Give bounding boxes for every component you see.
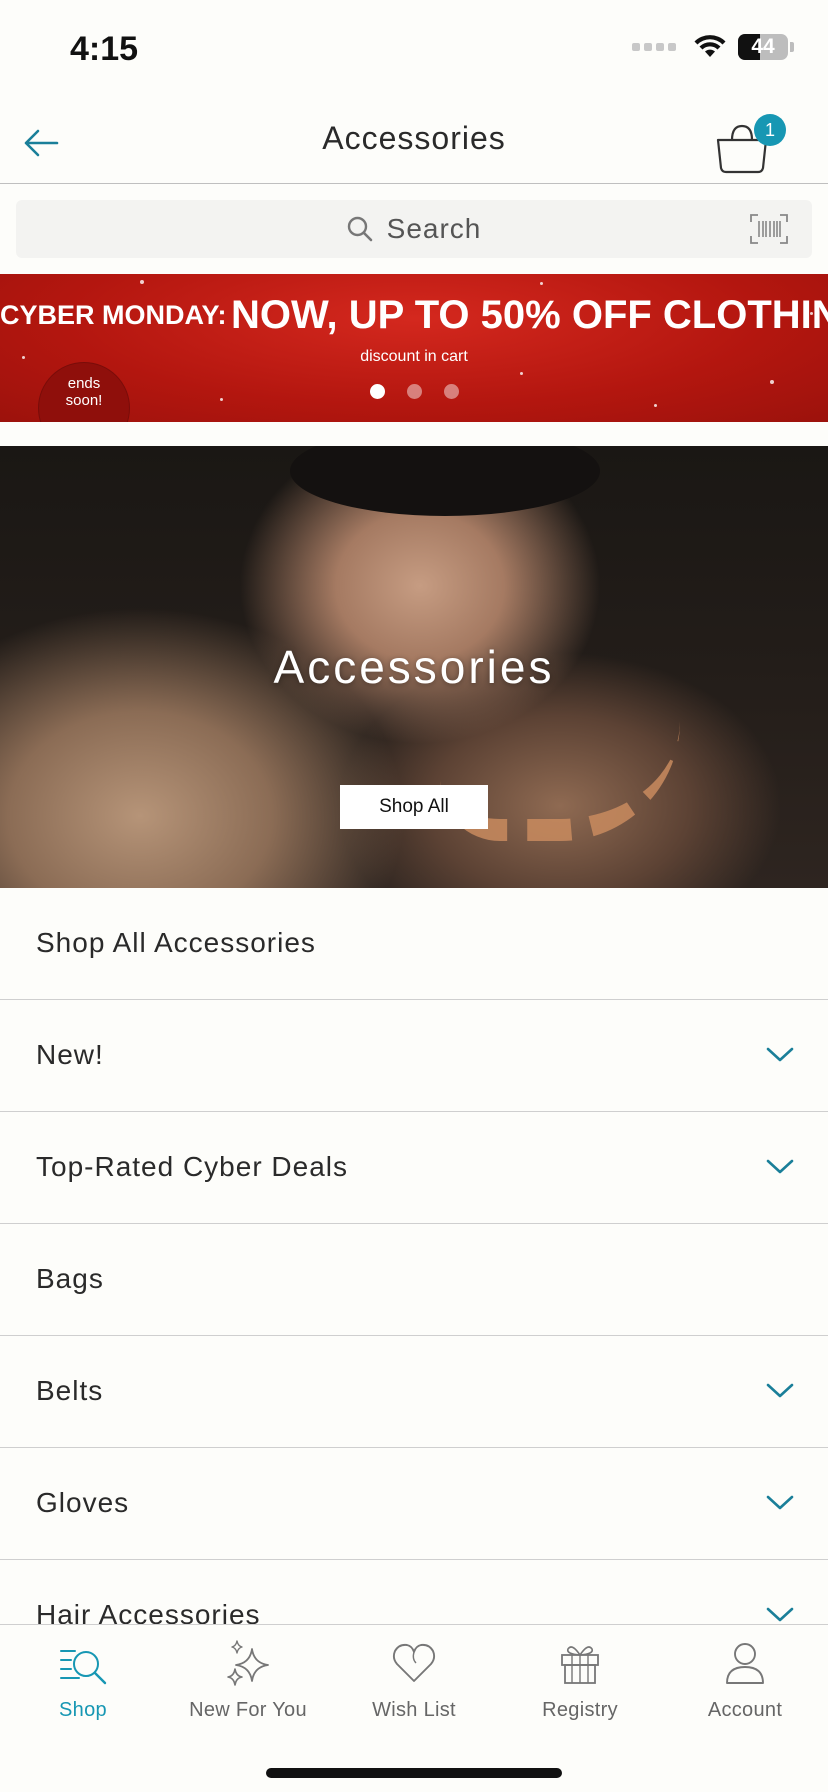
category-label: Bags <box>36 1263 104 1294</box>
promo-main-text: NOW, UP TO 50% OFF CLOTHING ➞ <box>230 293 828 337</box>
tab-shop[interactable]: Shop <box>0 1639 166 1722</box>
status-bar: 4:15 44 <box>0 0 828 100</box>
category-item-belts[interactable]: Belts <box>0 1336 828 1448</box>
bottom-tab-bar: Shop New For You Wish List Registry Acco… <box>0 1624 828 1792</box>
status-time: 4:15 <box>70 30 139 68</box>
cart-count-badge: 1 <box>754 114 786 146</box>
chevron-down-icon <box>766 1159 794 1174</box>
tab-wish-list[interactable]: Wish List <box>331 1639 497 1722</box>
category-label: New! <box>36 1039 104 1070</box>
promo-prefix: CYBER MONDAY: <box>0 300 227 330</box>
page-title: Accessories <box>322 120 506 156</box>
sparkle-icon <box>227 1640 269 1686</box>
heart-icon <box>392 1643 436 1682</box>
wifi-icon <box>694 35 726 57</box>
category-item-new[interactable]: New! <box>0 1000 828 1112</box>
promo-headline: CYBER MONDAY: NOW, UP TO 50% OFF CLOTHIN… <box>0 292 828 338</box>
category-label: Belts <box>36 1375 104 1406</box>
tab-new-for-you[interactable]: New For You <box>165 1639 331 1722</box>
tab-label: New For You <box>189 1699 307 1721</box>
hero-banner: Accessories Shop All <box>0 446 828 888</box>
search-inner: Search <box>347 213 482 245</box>
category-item-bags[interactable]: Bags <box>0 1224 828 1336</box>
category-label: Top-Rated Cyber Deals <box>36 1151 349 1182</box>
category-label: Shop All Accessories <box>36 927 316 958</box>
status-icons: 44 <box>632 34 794 60</box>
chevron-down-icon <box>766 1495 794 1510</box>
carousel-dot-3[interactable] <box>443 384 459 399</box>
shop-search-icon <box>60 1650 107 1685</box>
chevron-down-icon <box>766 1383 794 1398</box>
search-input[interactable]: Search <box>16 200 812 258</box>
barcode-icon <box>750 214 788 244</box>
search-icon <box>347 216 372 242</box>
battery-level: 44 <box>751 35 775 58</box>
home-indicator <box>266 1768 562 1778</box>
gift-icon <box>561 1646 599 1684</box>
tab-label: Account <box>707 1699 783 1721</box>
category-item-gloves[interactable]: Gloves <box>0 1448 828 1560</box>
tab-label: Registry <box>542 1699 618 1721</box>
search-placeholder: Search <box>386 213 482 244</box>
header: Accessories 1 <box>0 100 828 184</box>
battery-icon: 44 <box>738 34 788 60</box>
hero-image-hair <box>290 446 600 516</box>
chevron-down-icon <box>766 1047 794 1062</box>
tab-registry[interactable]: Registry <box>497 1639 663 1722</box>
barcode-scan-button[interactable] <box>750 214 788 244</box>
category-item-shop-all-accessories[interactable]: Shop All Accessories <box>0 888 828 1000</box>
hero-title: Accessories <box>273 641 555 693</box>
cart-button[interactable]: 1 <box>714 114 786 174</box>
battery-tip <box>790 42 794 52</box>
promo-banner[interactable]: CYBER MONDAY: NOW, UP TO 50% OFF CLOTHIN… <box>0 274 828 422</box>
tab-label: Wish List <box>372 1699 456 1721</box>
person-icon <box>726 1643 764 1684</box>
carousel-dot-2[interactable] <box>406 384 422 399</box>
category-label: Gloves <box>36 1487 130 1518</box>
shop-all-button[interactable]: Shop All <box>340 785 488 829</box>
promo-subtext: discount in cart <box>360 348 468 365</box>
chevron-down-icon <box>766 1607 794 1622</box>
category-item-top-rated-cyber-deals[interactable]: Top-Rated Cyber Deals <box>0 1112 828 1224</box>
carousel-dot-1[interactable] <box>369 384 385 399</box>
tab-account[interactable]: Account <box>662 1639 828 1722</box>
tab-label: Shop <box>59 1699 107 1721</box>
category-list: Shop All Accessories New! Top-Rated Cybe… <box>0 888 828 1672</box>
carousel-dots <box>0 384 828 399</box>
cellular-signal-icon <box>632 43 676 51</box>
